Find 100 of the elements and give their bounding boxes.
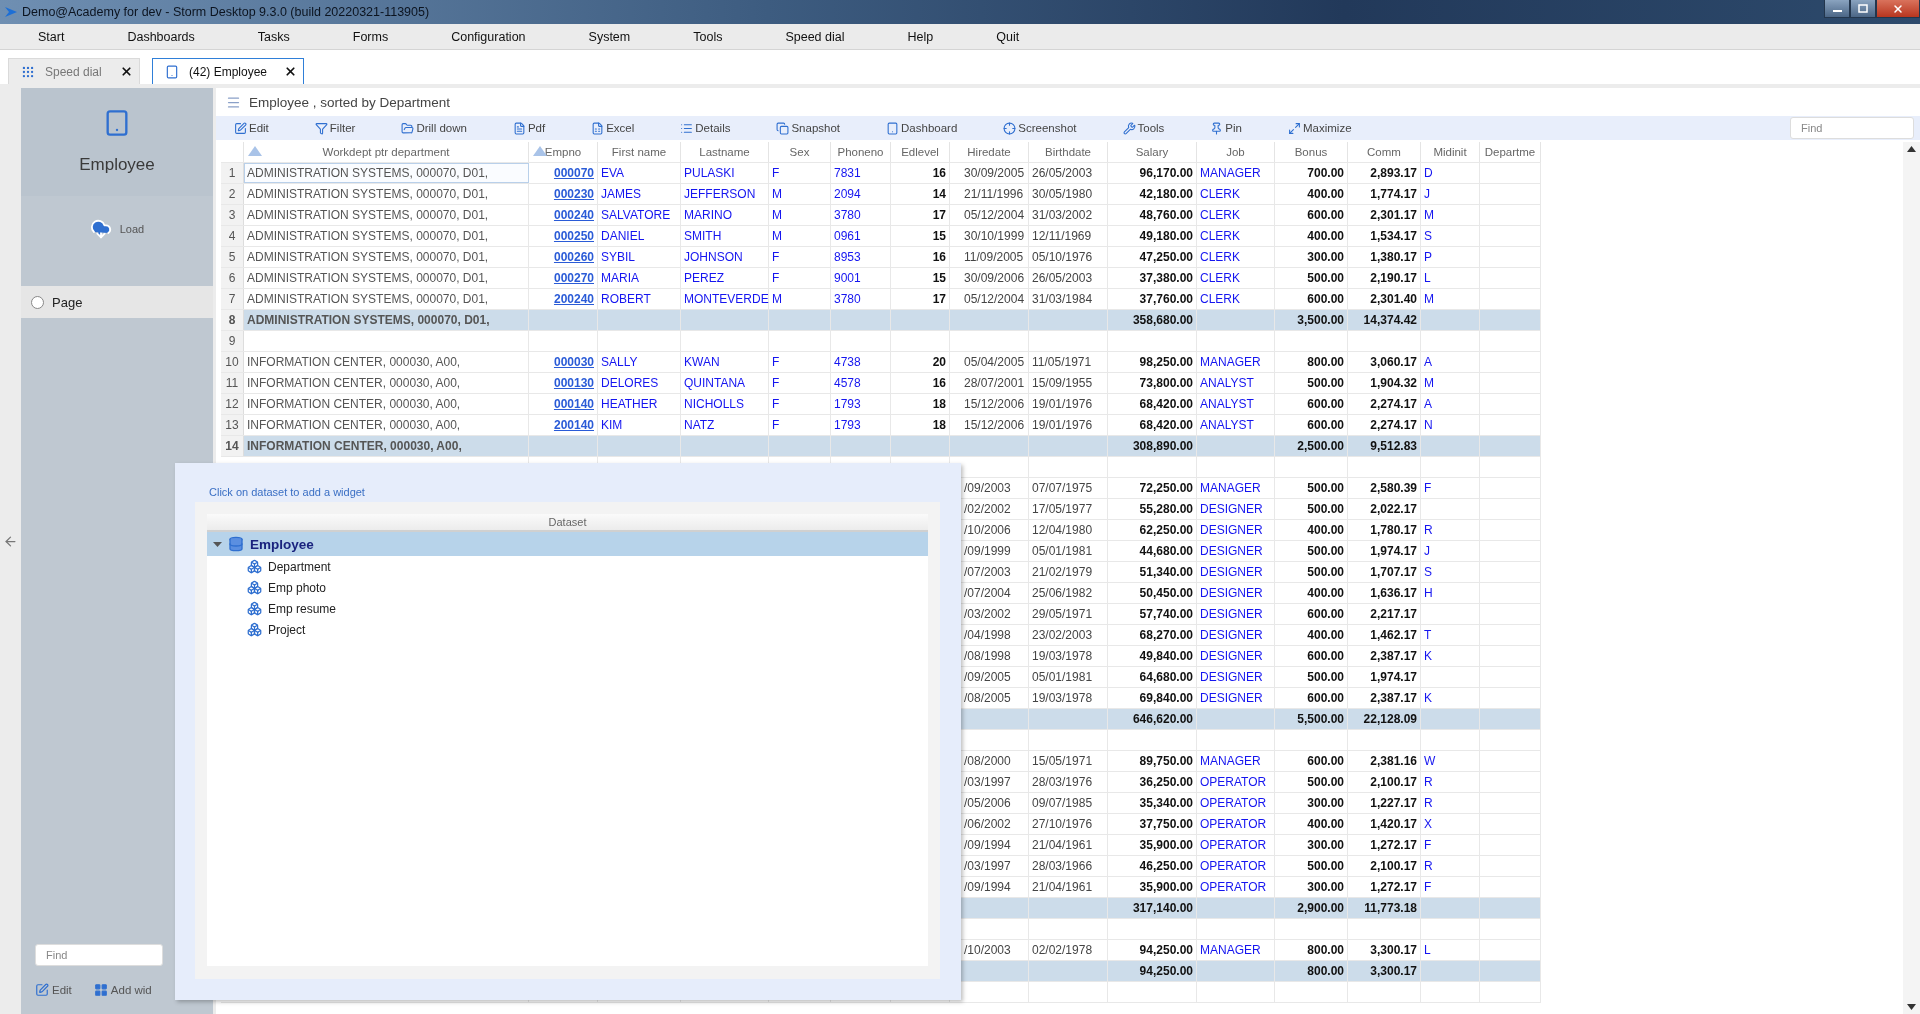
employee-link[interactable]: 000260 (529, 247, 598, 267)
column-header[interactable]: Bonus (1275, 142, 1348, 162)
radio-button[interactable] (31, 295, 44, 309)
edit-button[interactable]: Edit (35, 983, 72, 997)
table-cell: H (1421, 583, 1480, 603)
close-window-button[interactable] (1876, 0, 1920, 18)
pdf-button[interactable]: Pdf (512, 121, 546, 135)
tools-button[interactable]: Tools (1122, 121, 1165, 135)
table-cell: 46,250.00 (1108, 856, 1197, 876)
table-cell: JAMES (598, 184, 681, 204)
column-header[interactable]: Edlevel (891, 142, 950, 162)
table-cell: SALLY (598, 352, 681, 372)
snapshot-button[interactable]: Snapshot (776, 121, 841, 135)
employee-link[interactable]: 000140 (529, 394, 598, 414)
table-cell: 05/04/2005 (950, 352, 1029, 372)
column-header[interactable]: Midinit (1421, 142, 1480, 162)
maximize-button[interactable]: Maximize (1288, 121, 1352, 135)
column-header[interactable]: Salary (1108, 142, 1197, 162)
page-item[interactable]: Page (21, 286, 213, 318)
menu-item[interactable]: Tasks (257, 29, 290, 44)
menu-item[interactable]: Configuration (451, 29, 526, 44)
table-cell: T (1421, 625, 1480, 645)
table-cell: ADMINISTRATION SYSTEMS, 000070, D01, (244, 268, 529, 288)
details-button[interactable]: Details (680, 121, 731, 135)
minimize-button[interactable] (1824, 0, 1850, 18)
drill-down-button[interactable]: Drill down (401, 121, 467, 135)
column-header[interactable]: Hiredate (950, 142, 1029, 162)
scrollbar[interactable] (1903, 142, 1920, 1014)
employee-link[interactable]: 000070 (529, 163, 598, 183)
dashboard-button[interactable]: Dashboard (886, 121, 958, 135)
load-button[interactable]: Load (89, 218, 145, 240)
table-cell: 72,250.00 (1108, 478, 1197, 498)
column-header[interactable]: Job (1197, 142, 1275, 162)
find-field[interactable]: Find (35, 944, 163, 966)
table-cell: ADMINISTRATION SYSTEMS, 000070, D01, (244, 184, 529, 204)
column-header[interactable]: Empno (529, 142, 598, 162)
close-icon[interactable] (284, 65, 297, 78)
tree-item[interactable]: Project (207, 619, 928, 640)
scroll-down-icon[interactable] (1907, 1004, 1916, 1010)
excel-button[interactable]: Excel (591, 121, 635, 135)
table-cell: CLERK (1197, 205, 1275, 225)
table-cell: 1,420.17 (1348, 814, 1421, 834)
table-cell: M (769, 184, 831, 204)
table-cell: CLERK (1197, 247, 1275, 267)
employee-link[interactable]: 000240 (529, 205, 598, 225)
tab[interactable]: (42) Employee (152, 58, 304, 84)
scroll-up-icon[interactable] (1907, 146, 1916, 152)
menu-item[interactable]: Quit (996, 29, 1020, 44)
menu-item[interactable]: Tools (693, 29, 723, 44)
add-widget-button[interactable]: Add wid (93, 983, 152, 997)
menu-item[interactable]: Start (38, 29, 65, 44)
row-number: 9 (221, 331, 244, 351)
employee-link[interactable]: 000230 (529, 184, 598, 204)
edit-icon (234, 121, 247, 135)
employee-link[interactable]: 000030 (529, 352, 598, 372)
column-header[interactable]: Comm (1348, 142, 1421, 162)
employee-link[interactable]: 000270 (529, 268, 598, 288)
menu-item[interactable]: Speed dial (785, 29, 845, 44)
tree-item[interactable]: Department (207, 556, 928, 577)
table-cell: 35,900.00 (1108, 877, 1197, 897)
maximize-window-button[interactable] (1850, 0, 1876, 18)
table-cell: 300.00 (1275, 877, 1348, 897)
edit-button[interactable]: Edit (234, 121, 269, 135)
menu-icon[interactable] (226, 94, 241, 110)
column-header[interactable]: Workdept ptr department (244, 142, 529, 162)
column-header[interactable]: Phoneno (831, 142, 891, 162)
pin-button[interactable]: Pin (1210, 121, 1242, 135)
table-cell: 400.00 (1275, 814, 1348, 834)
tab[interactable]: Speed dial (8, 58, 140, 84)
find-field[interactable]: Find (1790, 117, 1914, 139)
table-cell: S (1421, 562, 1480, 582)
close-icon[interactable] (120, 65, 133, 78)
menu-item[interactable]: Dashboards (127, 29, 195, 44)
window-title: Demo@Academy for dev - Storm Desktop 9.3.0 (build 20220321-113905) (22, 5, 430, 19)
menu-item[interactable]: Help (907, 29, 934, 44)
menu-item[interactable]: System (588, 29, 631, 44)
table-cell: 16 (891, 247, 950, 267)
tree-item[interactable]: Employee (207, 532, 928, 556)
folder-icon (401, 121, 415, 135)
employee-link[interactable]: 000250 (529, 226, 598, 246)
table-cell: F (769, 247, 831, 267)
tree-item[interactable]: Emp photo (207, 577, 928, 598)
table-cell: 9,512.83 (1348, 436, 1421, 456)
column-header[interactable]: Departme (1480, 142, 1541, 162)
column-header[interactable]: Birthdate (1029, 142, 1108, 162)
menu-item[interactable]: Forms (352, 29, 389, 44)
screenshot-button[interactable]: Screenshot (1003, 121, 1077, 135)
filter-button[interactable]: Filter (314, 121, 356, 135)
table-cell: 28/03/1976 (1029, 772, 1108, 792)
table-cell: ANALYST (1197, 373, 1275, 393)
employee-link[interactable]: 000130 (529, 373, 598, 393)
column-header[interactable]: Sex (769, 142, 831, 162)
employee-link[interactable]: 200140 (529, 415, 598, 435)
table-cell: 37,380.00 (1108, 268, 1197, 288)
table-cell: 12/04/1980 (1029, 520, 1108, 540)
tree-item[interactable]: Emp resume (207, 598, 928, 619)
column-header[interactable]: First name (598, 142, 681, 162)
column-header[interactable]: Lastname (681, 142, 769, 162)
employee-link[interactable]: 200240 (529, 289, 598, 309)
cubes-icon (247, 601, 262, 616)
